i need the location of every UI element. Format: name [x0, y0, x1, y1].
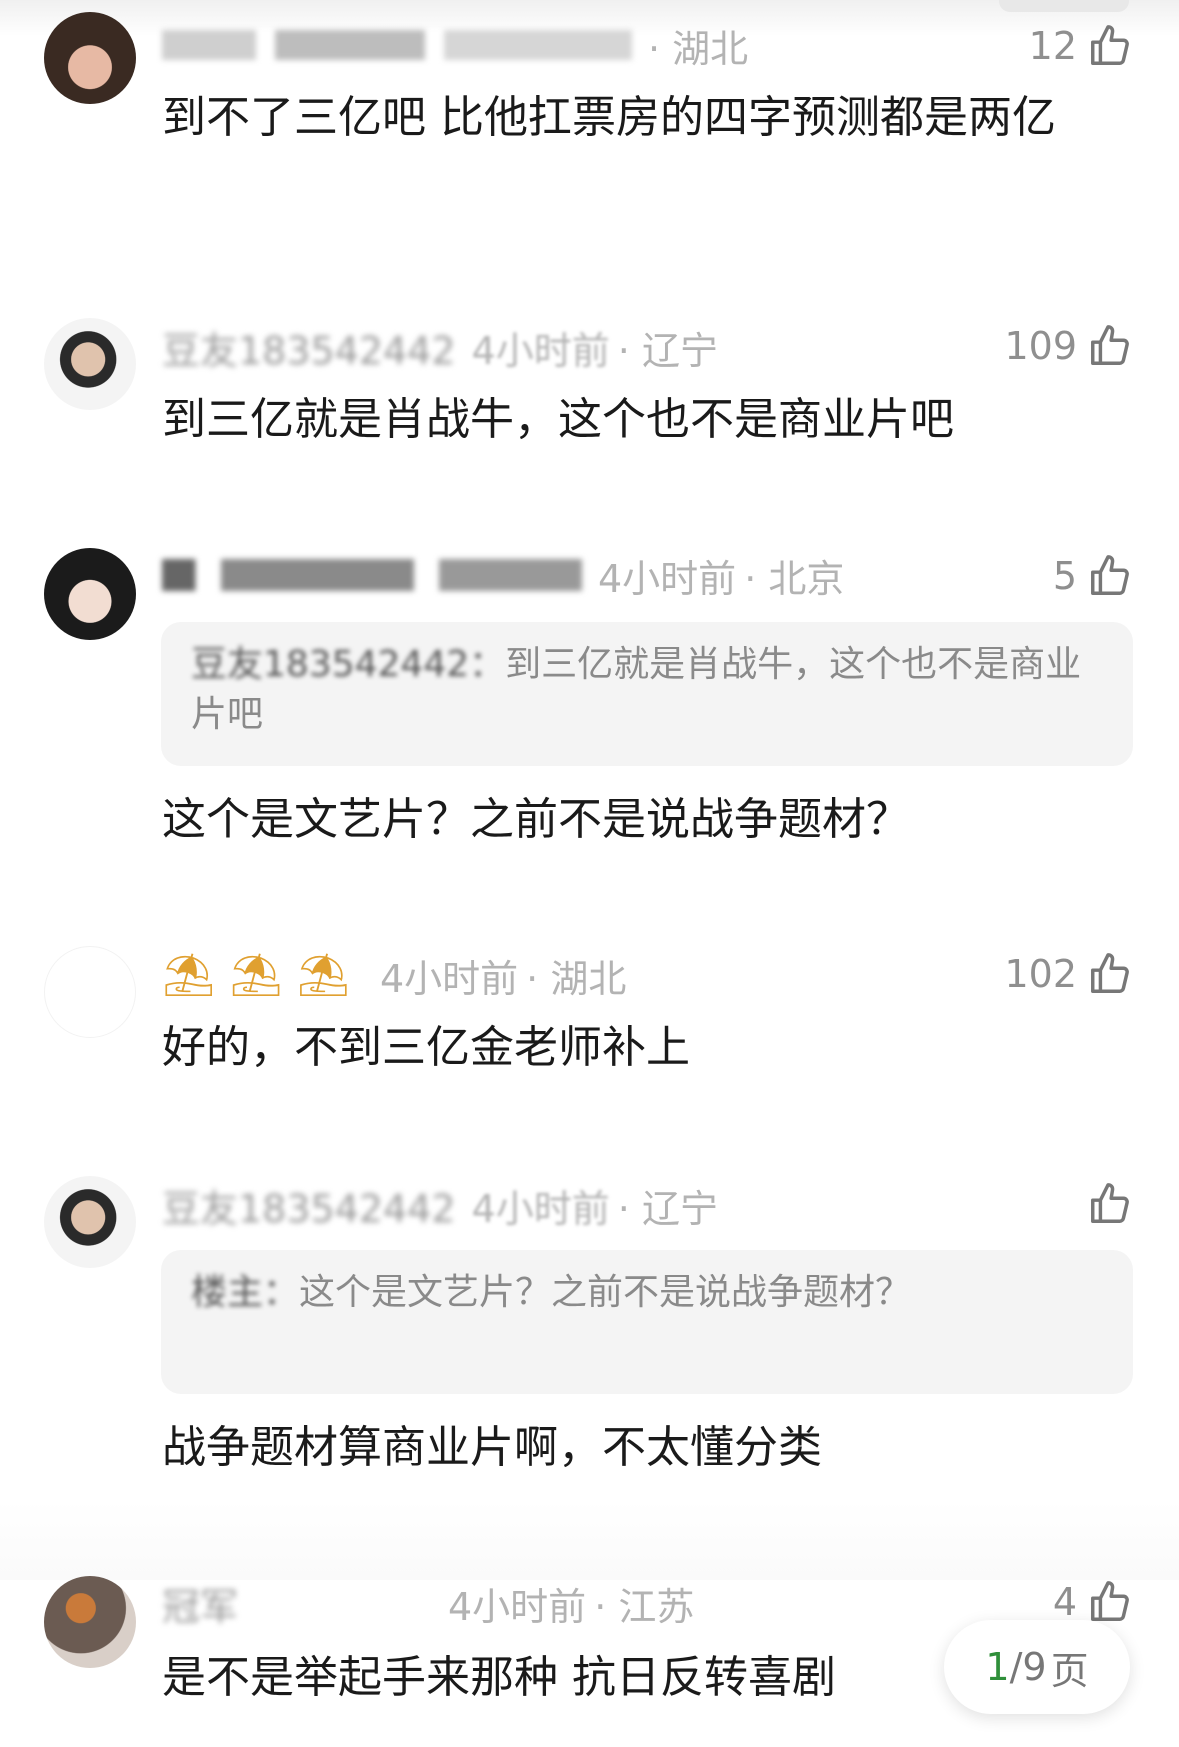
avatar[interactable]: [44, 548, 136, 640]
comment-location: · 江苏: [594, 1584, 695, 1629]
thumbs-up-icon: [1091, 555, 1129, 595]
username[interactable]: 豆友183542442: [162, 1178, 456, 1233]
comment-text: 战争题材算商业片啊，不太懂分类: [162, 1422, 822, 1473]
username[interactable]: [162, 559, 582, 591]
avatar[interactable]: [44, 12, 136, 104]
like-button[interactable]: 12: [1029, 18, 1133, 74]
comment-location: · 湖北: [648, 26, 749, 71]
page-total: /9: [1009, 1645, 1047, 1689]
quoted-reply[interactable]: 楼主：这个是文艺片？之前不是说战争题材？: [161, 1250, 1133, 1394]
page-unit: 页: [1050, 1648, 1089, 1693]
like-count: 4: [1052, 1580, 1077, 1624]
quoted-reply[interactable]: 豆友183542442：到三亿就是肖战牛，这个也不是商业片吧: [161, 622, 1133, 766]
page-indicator[interactable]: 1 /9 页: [944, 1620, 1130, 1714]
comment-time: 4小时前: [471, 1186, 610, 1231]
comment-time: 4小时前: [379, 956, 519, 1001]
like-button[interactable]: [1077, 1176, 1133, 1232]
thumbs-up-icon: [1091, 1183, 1129, 1223]
like-button[interactable]: 102: [1004, 946, 1133, 1002]
comment-text: 好的，不到三亿金老师补上: [162, 1022, 690, 1073]
avatar[interactable]: [44, 1576, 136, 1668]
like-count: 12: [1028, 24, 1077, 68]
comment-location: · 湖北: [526, 956, 627, 1001]
comment-text: 到三亿就是肖战牛，这个也不是商业片吧: [162, 394, 954, 445]
page-current: 1: [985, 1645, 1010, 1689]
comment-location: · 北京: [744, 556, 845, 601]
thumbs-up-icon: [1091, 953, 1129, 993]
comment-meta: ⛱⛱⛱ 4小时前 · 湖北: [162, 950, 627, 1001]
comment-time: 4小时前: [598, 556, 737, 601]
bottom-fade: [0, 1500, 1179, 1580]
avatar[interactable]: [44, 318, 136, 410]
username[interactable]: [162, 30, 632, 60]
like-count: 102: [1004, 952, 1077, 996]
username[interactable]: 豆友183542442: [162, 320, 456, 375]
comment-text: 到不了三亿吧 比他扛票房的四字预测都是两亿: [162, 92, 1056, 143]
avatar[interactable]: [44, 946, 136, 1038]
thumbs-up-icon: [1091, 325, 1129, 365]
comment-meta: 冠军 4小时前 · 江苏: [162, 1576, 695, 1631]
comment-meta: 豆友183542442 4小时前 · 辽宁: [162, 1178, 718, 1233]
quoted-text: 这个是文艺片？之前不是说战争题材？: [299, 1272, 912, 1313]
like-count: 109: [1004, 324, 1077, 368]
comment-location: · 辽宁: [617, 328, 718, 373]
quoted-username: 楼主：: [191, 1272, 300, 1313]
comment-text: 这个是文艺片？之前不是说战争题材？: [162, 794, 910, 845]
quoted-username: 豆友183542442：: [191, 644, 506, 685]
like-button[interactable]: 109: [1004, 318, 1133, 374]
like-count: 5: [1052, 554, 1077, 598]
comment-meta: 豆友183542442 4小时前 · 辽宁: [162, 320, 718, 375]
thumbs-up-icon: [1091, 1581, 1129, 1621]
comment-location: · 辽宁: [617, 1186, 718, 1231]
username[interactable]: 冠军: [162, 1576, 432, 1631]
comment-meta: · 湖北: [162, 20, 749, 71]
comment-meta: 4小时前 · 北京: [162, 550, 845, 601]
comment-time: 4小时前: [448, 1584, 587, 1629]
top-pill: [999, 0, 1129, 12]
comment-time: 4小时前: [471, 328, 610, 373]
username[interactable]: ⛱⛱⛱: [162, 950, 364, 1000]
thumbs-up-icon: [1091, 25, 1129, 65]
like-button[interactable]: 5: [1053, 548, 1133, 604]
avatar[interactable]: [44, 1176, 136, 1268]
